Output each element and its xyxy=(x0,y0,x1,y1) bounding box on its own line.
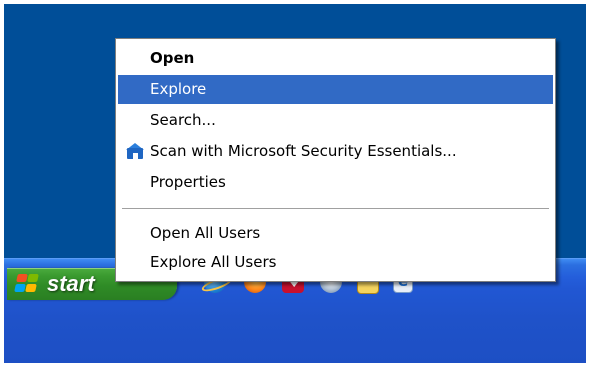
menu-item-properties[interactable]: Properties xyxy=(118,168,553,197)
menu-item-open[interactable]: Open xyxy=(118,44,553,73)
context-menu: Open Explore Search... Scan with Microso… xyxy=(115,38,556,282)
menu-item-explore-all-users[interactable]: Explore All Users xyxy=(118,248,553,277)
start-label: start xyxy=(47,271,95,296)
windows-logo-icon xyxy=(14,274,39,294)
menu-separator xyxy=(122,208,549,210)
menu-item-label: Search... xyxy=(150,111,216,129)
security-essentials-icon xyxy=(126,143,145,160)
menu-item-open-all-users[interactable]: Open All Users xyxy=(118,219,553,248)
menu-item-label: Explore All Users xyxy=(150,253,277,271)
menu-item-label: Open xyxy=(150,49,195,67)
menu-item-explore[interactable]: Explore xyxy=(118,75,553,104)
screen: start Open Explore Search... Scan with M… xyxy=(4,4,586,363)
menu-item-label: Properties xyxy=(150,173,226,191)
menu-item-label: Scan with Microsoft Security Essentials.… xyxy=(150,142,457,160)
menu-item-scan-security-essentials[interactable]: Scan with Microsoft Security Essentials.… xyxy=(118,137,553,166)
menu-item-label: Open All Users xyxy=(150,224,261,242)
menu-item-search[interactable]: Search... xyxy=(118,106,553,135)
menu-item-label: Explore xyxy=(150,80,207,98)
